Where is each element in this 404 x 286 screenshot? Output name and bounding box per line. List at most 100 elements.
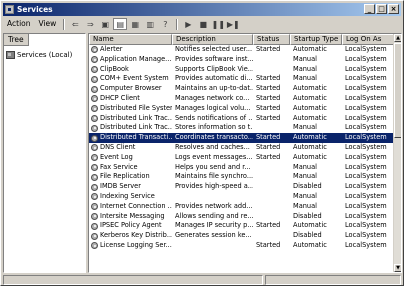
service-gear-icon — [91, 114, 98, 122]
table-row[interactable]: Indexing Service Manual LocalSystem — [89, 192, 395, 202]
back-icon[interactable]: ⇐ — [68, 18, 82, 30]
table-row[interactable]: Kerberos Key Distrib... Generates session… — [89, 231, 395, 241]
service-log-on-as: LocalSystem — [342, 153, 395, 163]
table-row[interactable]: File Replication Maintains file synchro..… — [89, 172, 395, 182]
service-startup-type: Manual — [290, 74, 342, 84]
service-gear-icon — [91, 85, 98, 93]
service-name-text: Distributed Link Trac... — [100, 123, 172, 132]
service-description-text: Maintains an up-to-dat... — [175, 84, 253, 93]
table-row[interactable]: Distributed Link Trac... Stores informati… — [89, 123, 395, 133]
start-icon[interactable]: ▶ — [181, 18, 195, 30]
service-status: Started — [253, 133, 290, 143]
export-icon[interactable]: ▥ — [143, 18, 157, 30]
service-description-text: Allows sending and re... — [175, 211, 253, 220]
menu-toolbar: Action View ⇐ ⇒ ▣ ▤ ▦ ▥ ? ▶ ■ ❚❚ ▶❚ — [3, 17, 401, 31]
service-description-text: Generates session ke... — [175, 231, 252, 240]
table-row[interactable]: Computer Browser Maintains an up-to-dat..… — [89, 84, 395, 94]
service-name: Application Manage... — [89, 55, 172, 65]
service-startup-type-text: Manual — [293, 123, 317, 132]
table-row[interactable]: Alerter Notifies selected user... Started A… — [89, 45, 395, 55]
service-description: Generates session ke... — [172, 231, 253, 241]
table-row[interactable]: Application Manage... Provides software i… — [89, 55, 395, 65]
service-name: Internet Connection ... — [89, 202, 172, 212]
column-header-log-on-as[interactable]: Log On As — [342, 34, 395, 45]
service-description-text: Notifies selected user... — [175, 45, 253, 53]
table-row[interactable]: Distributed File System Manages logical v… — [89, 104, 395, 114]
service-status-text: Started — [256, 221, 281, 230]
service-startup-type-text: Automatic — [293, 240, 327, 249]
service-gear-icon — [91, 193, 98, 201]
menu-view[interactable]: View — [35, 17, 61, 31]
restart-icon[interactable]: ▶❚ — [226, 18, 240, 30]
tree-tab[interactable]: Tree — [4, 34, 29, 46]
service-startup-type-text: Automatic — [293, 142, 327, 151]
service-startup-type: Manual — [290, 163, 342, 173]
service-startup-type: Disabled — [290, 231, 342, 241]
service-status-text: Started — [256, 152, 281, 161]
title-bar[interactable]: Services _ □ × — [3, 3, 401, 16]
service-description-text: Manages logical volu... — [175, 103, 251, 112]
service-description-text: Coordinates transacto... — [175, 133, 253, 142]
scroll-up-button[interactable]: ▲ — [394, 34, 401, 42]
service-startup-type: Automatic — [290, 104, 342, 114]
service-log-on-as-text: LocalSystem — [345, 240, 387, 249]
service-status — [253, 172, 290, 182]
table-row[interactable]: Event Log Logs event messages... Started Au… — [89, 153, 395, 163]
close-button[interactable]: × — [388, 4, 399, 14]
maximize-button[interactable]: □ — [376, 4, 387, 14]
table-row[interactable]: License Logging Ser... Started Automatic Lo… — [89, 241, 395, 251]
scroll-down-button[interactable]: ▼ — [394, 264, 401, 272]
service-name: File Replication — [89, 172, 172, 182]
table-row[interactable]: Distributed Link Trac... Sends notificati… — [89, 114, 395, 124]
stop-icon[interactable]: ■ — [196, 18, 210, 30]
table-row[interactable]: IMDB Server Provides high-speed a... Disab… — [89, 182, 395, 192]
service-gear-icon — [91, 144, 98, 152]
service-gear-icon — [91, 232, 98, 240]
column-header-name[interactable]: Name — [89, 34, 172, 45]
service-name-text: Distributed Transacti... — [100, 133, 172, 142]
table-row[interactable]: IPSEC Policy Agent Manages IP security p.… — [89, 221, 395, 231]
table-row[interactable]: ClipBook Supports ClipBook Vie... Manual Lo… — [89, 65, 395, 75]
properties-icon[interactable]: ▦ — [128, 18, 142, 30]
service-name: IMDB Server — [89, 182, 172, 192]
service-description: Provides high-speed a... — [172, 182, 253, 192]
table-row[interactable]: Internet Connection ... Provides network … — [89, 202, 395, 212]
services-list: Name Description Status Startup Type Log… — [88, 33, 402, 273]
table-row[interactable]: Intersite Messaging Allows sending and re… — [89, 212, 395, 222]
column-header-description[interactable]: Description — [172, 34, 253, 45]
table-row[interactable]: DHCP Client Manages network co... Started A… — [89, 94, 395, 104]
service-status-text: Started — [256, 113, 281, 122]
service-description: Manages IP security p... — [172, 221, 253, 231]
up-icon[interactable]: ▣ — [98, 18, 112, 30]
service-name: License Logging Ser... — [89, 241, 172, 251]
table-row[interactable]: DNS Client Resolves and caches... Started A… — [89, 143, 395, 153]
service-name: Kerberos Key Distrib... — [89, 231, 172, 241]
menu-action[interactable]: Action — [3, 17, 35, 31]
table-row[interactable]: COM+ Event System Provides automatic di..… — [89, 74, 395, 84]
vertical-scrollbar[interactable]: ▲ ▼ — [393, 34, 401, 272]
service-startup-type-text: Manual — [293, 201, 317, 210]
help-icon[interactable]: ? — [158, 18, 172, 30]
service-description: Supports ClipBook Vie... — [172, 65, 253, 75]
service-log-on-as: LocalSystem — [342, 133, 395, 143]
service-log-on-as: LocalSystem — [342, 123, 395, 133]
scroll-thumb[interactable] — [394, 43, 401, 138]
service-name: DHCP Client — [89, 94, 172, 104]
service-gear-icon — [91, 124, 98, 132]
forward-icon[interactable]: ⇒ — [83, 18, 97, 30]
minimize-button[interactable]: _ — [364, 4, 375, 14]
table-row[interactable]: Fax Service Helps you send and r... Manual… — [89, 163, 395, 173]
table-row[interactable]: Distributed Transacti... Coordinates tran… — [89, 133, 395, 143]
service-name: Alerter — [89, 45, 172, 55]
tree-node-services-local[interactable]: Services (Local) — [6, 49, 72, 60]
service-startup-type: Manual — [290, 65, 342, 75]
service-status: Started — [253, 104, 290, 114]
service-log-on-as: LocalSystem — [342, 74, 395, 84]
service-description — [172, 192, 253, 202]
service-status: Started — [253, 84, 290, 94]
service-log-on-as: LocalSystem — [342, 45, 395, 55]
column-header-startup-type[interactable]: Startup Type — [290, 34, 342, 45]
column-header-status[interactable]: Status — [253, 34, 290, 45]
show-tree-icon[interactable]: ▤ — [113, 18, 128, 30]
pause-icon[interactable]: ❚❚ — [211, 18, 225, 30]
